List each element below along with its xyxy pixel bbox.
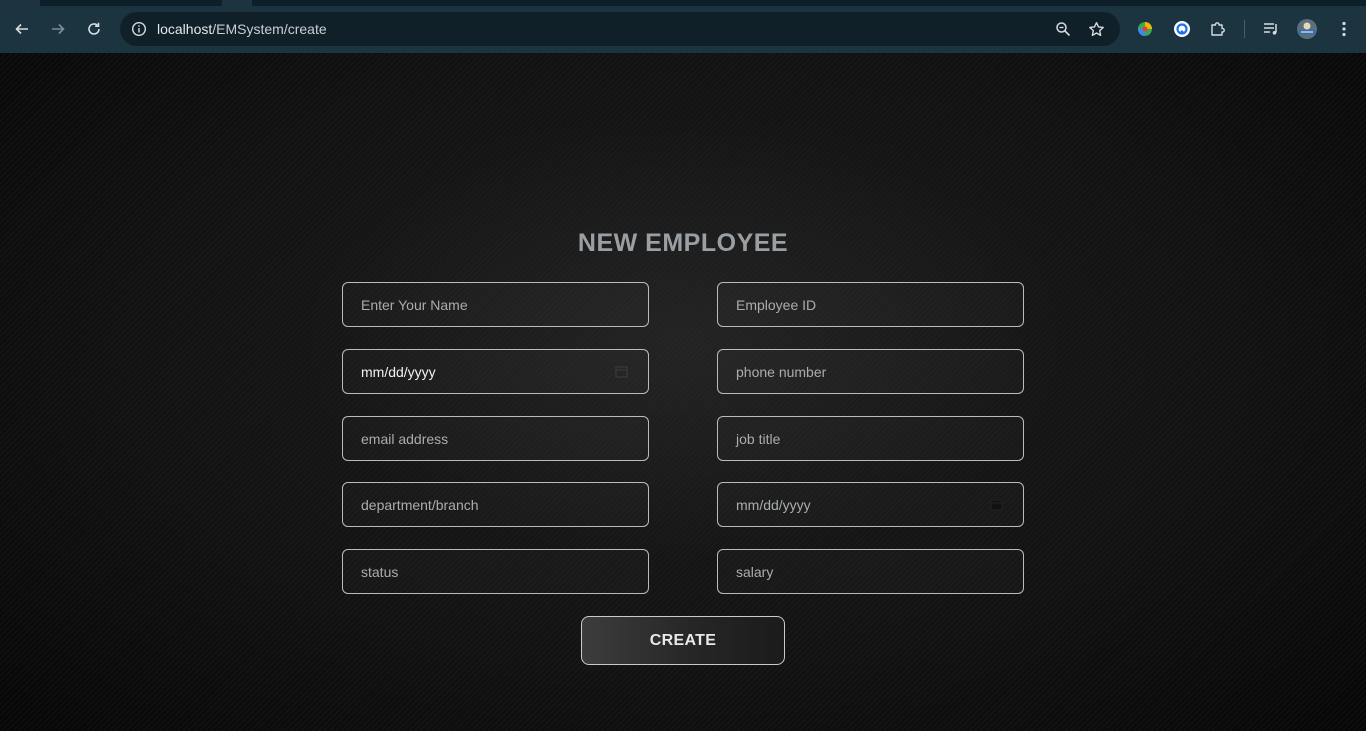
hire-date-placeholder: mm/dd/yyyy — [736, 496, 811, 513]
back-button[interactable] — [8, 15, 36, 43]
extension-button-2[interactable] — [1171, 18, 1193, 40]
create-button-label: CREATE — [649, 631, 717, 649]
colorful-extension-icon — [1138, 22, 1152, 36]
url-path: /EMSystem/create — [212, 21, 327, 37]
profile-button[interactable] — [1296, 18, 1318, 40]
email-placeholder: email address — [361, 430, 449, 447]
url-host: localhost — [157, 21, 213, 37]
phone-input[interactable]: phone number — [717, 349, 1024, 394]
zoom-button[interactable] — [1052, 18, 1074, 40]
department-input[interactable]: department/branch — [342, 482, 649, 527]
circle-extension-icon — [1174, 21, 1190, 37]
birth-date-input[interactable]: mm/dd/yyyy — [342, 349, 649, 394]
name-placeholder: Enter Your Name — [361, 296, 468, 313]
department-placeholder: department/branch — [361, 496, 479, 513]
site-info-button[interactable] — [126, 16, 152, 42]
browser-menu-button[interactable] — [1333, 18, 1355, 40]
info-icon — [131, 21, 147, 37]
calendar-icon[interactable] — [615, 365, 628, 378]
form-title: NEW EMPLOYEE — [577, 229, 789, 257]
birth-date-placeholder: mm/dd/yyyy — [361, 363, 436, 380]
arrow-left-icon — [15, 23, 28, 35]
name-input[interactable]: Enter Your Name — [342, 282, 649, 327]
star-icon — [1088, 21, 1104, 36]
media-control-button[interactable] — [1260, 18, 1282, 40]
reload-icon — [88, 22, 100, 35]
employee-id-input[interactable]: Employee ID — [717, 282, 1024, 327]
page-background: NEW EMPLOYEE Enter Your Name Employee ID… — [0, 53, 1366, 731]
salary-input[interactable]: salary — [717, 549, 1024, 594]
avatar-icon — [1297, 19, 1317, 39]
extension-button-1[interactable] — [1134, 18, 1156, 40]
job-title-input[interactable]: job title — [717, 416, 1024, 461]
kebab-menu-icon — [1342, 21, 1346, 37]
job-title-placeholder: job title — [736, 430, 781, 447]
email-input[interactable]: email address — [342, 416, 649, 461]
status-input[interactable]: status — [342, 549, 649, 594]
browser-toolbar: localhost/EMSystem/create — [0, 6, 1366, 53]
media-control-icon — [1264, 23, 1277, 35]
hire-date-input[interactable]: mm/dd/yyyy — [717, 482, 1024, 527]
puzzle-icon — [1211, 22, 1225, 36]
reload-button[interactable] — [80, 15, 108, 43]
calendar-icon[interactable] — [990, 498, 1003, 511]
salary-placeholder: salary — [736, 563, 774, 580]
arrow-right-icon — [52, 23, 65, 35]
create-button[interactable]: CREATE — [581, 616, 785, 665]
employee-id-placeholder: Employee ID — [736, 296, 817, 313]
url-text[interactable]: localhost/EMSystem/create — [157, 21, 327, 37]
zoom-icon — [1056, 22, 1071, 37]
toolbar-separator — [1244, 20, 1245, 38]
address-bar[interactable]: localhost/EMSystem/create — [120, 12, 1120, 46]
bookmark-button[interactable] — [1085, 18, 1107, 40]
extensions-button[interactable] — [1207, 18, 1229, 40]
phone-placeholder: phone number — [736, 363, 827, 380]
forward-button[interactable] — [44, 15, 72, 43]
status-placeholder: status — [361, 563, 399, 580]
